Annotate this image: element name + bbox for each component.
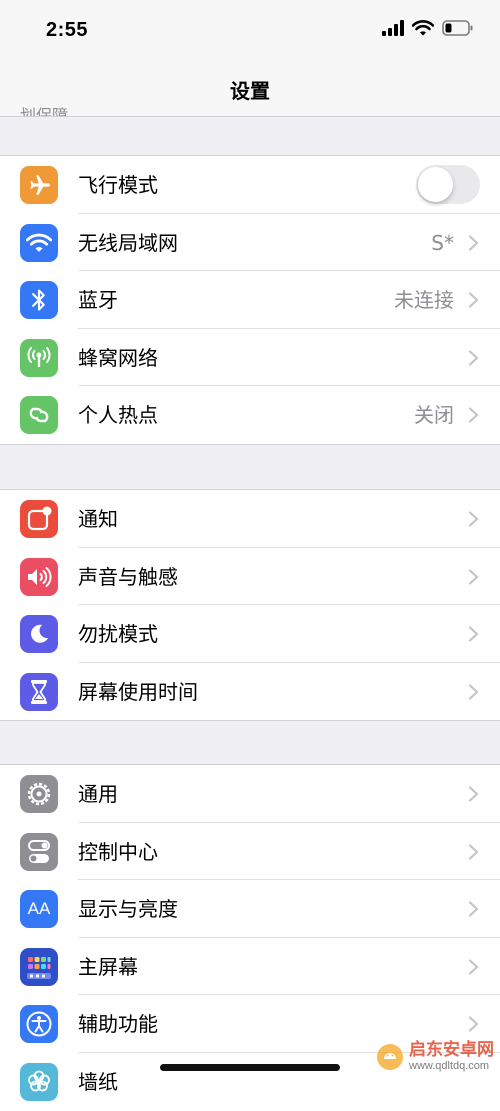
settings-row-bluetooth[interactable]: 蓝牙 未连接 — [0, 271, 500, 329]
page-title: 设置 — [230, 79, 270, 103]
watermark-url: www.qdltdq.com — [409, 1060, 490, 1072]
chevron-right-icon — [468, 407, 479, 423]
chevron-right-icon — [468, 843, 479, 860]
settings-row-sounds-haptics[interactable]: 声音与触感 — [0, 548, 500, 606]
home-indicator[interactable] — [160, 1064, 340, 1071]
battery-icon — [442, 20, 473, 36]
moon-icon — [20, 615, 58, 654]
settings-row-label: 主屏幕 — [78, 954, 138, 979]
settings-row-do-not-disturb[interactable]: 勿扰模式 — [0, 605, 500, 663]
settings-row-label: 蓝牙 — [78, 288, 118, 313]
status-icons — [382, 20, 474, 36]
wifi-icon — [20, 223, 58, 262]
settings-row-label: 个人热点 — [78, 403, 158, 428]
settings-row-value: S* — [431, 230, 454, 255]
settings-group-connectivity: 飞行模式 无线局域网 S* 蓝牙 未连接 蜂窝网络 个人热点 关闭 — [0, 155, 500, 445]
settings-row-cellular[interactable]: 蜂窝网络 — [0, 329, 500, 387]
settings-row-label: 勿扰模式 — [78, 622, 158, 647]
settings-row-personal-hotspot[interactable]: 个人热点 关闭 — [0, 386, 500, 444]
settings-row-airplane-mode[interactable]: 飞行模式 — [0, 156, 500, 214]
bluetooth-icon — [20, 281, 58, 320]
chevron-right-icon — [468, 1016, 479, 1032]
settings-row-label: 通用 — [78, 782, 118, 806]
home-screen-icon — [20, 947, 58, 986]
settings-row-label: 声音与触感 — [78, 564, 178, 589]
status-bar: 2:55 — [0, 0, 500, 62]
settings-row-label: 显示与亮度 — [78, 897, 178, 922]
settings-row-control-center[interactable]: 控制中心 — [0, 823, 500, 881]
hotspot-chain-icon — [20, 396, 58, 435]
chevron-right-icon — [468, 786, 479, 802]
settings-row-notifications[interactable]: 通知 — [0, 490, 500, 548]
settings-row-label: 控制中心 — [78, 839, 158, 864]
settings-row-label: 辅助功能 — [78, 1012, 158, 1037]
cellular-antenna-icon — [20, 338, 58, 377]
chevron-right-icon — [468, 292, 479, 308]
cellular-signal-icon — [382, 20, 404, 36]
settings-row-value: 关闭 — [414, 403, 454, 428]
scrolled-cutoff-text: 划保障。 — [20, 106, 85, 117]
settings-row-label: 蜂窝网络 — [78, 345, 158, 370]
settings-row-value: 未连接 — [394, 288, 454, 313]
toggle-knob — [418, 167, 453, 202]
wifi-status-icon — [412, 20, 434, 36]
settings-row-wifi[interactable]: 无线局域网 S* — [0, 214, 500, 272]
watermark-text: 启东安卓网 www.qdltdq.com — [409, 1042, 494, 1072]
nav-bar: 设置 划保障。 — [0, 62, 500, 117]
settings-row-label: 屏幕使用时间 — [78, 679, 198, 704]
settings-row-screen-time[interactable]: 屏幕使用时间 — [0, 663, 500, 721]
watermark-name: 启东安卓网 — [409, 1040, 494, 1060]
settings-row-display-brightness[interactable]: AA 显示与亮度 — [0, 880, 500, 938]
settings-row-label: 飞行模式 — [78, 173, 158, 197]
chevron-right-icon — [468, 684, 479, 700]
gear-icon — [20, 775, 58, 813]
display-icon-text: AA — [27, 899, 51, 919]
watermark: 启东安卓网 www.qdltdq.com — [375, 1042, 494, 1072]
settings-row-label: 无线局域网 — [78, 230, 178, 255]
status-time: 2:55 — [46, 19, 89, 41]
hourglass-icon — [20, 672, 58, 711]
settings-row-general[interactable]: 通用 — [0, 765, 500, 823]
airplane-mode-toggle[interactable] — [416, 165, 480, 204]
watermark-logo-icon — [377, 1044, 403, 1070]
settings-row-label: 通知 — [78, 507, 118, 531]
chevron-right-icon — [468, 568, 479, 585]
display-text-icon: AA — [20, 890, 58, 929]
chevron-right-icon — [468, 511, 479, 527]
chevron-right-icon — [468, 626, 479, 642]
chevron-right-icon — [468, 959, 479, 975]
chevron-right-icon — [468, 350, 479, 366]
settings-row-home-screen[interactable]: 主屏幕 — [0, 938, 500, 996]
control-center-icon — [20, 832, 58, 871]
chevron-right-icon — [468, 901, 479, 917]
settings-group-notifications: 通知 声音与触感 勿扰模式 屏幕使用时间 — [0, 489, 500, 722]
accessibility-icon — [20, 1005, 58, 1044]
speaker-icon — [20, 557, 58, 596]
notifications-icon — [20, 500, 58, 538]
chevron-right-icon — [468, 234, 479, 251]
airplane-icon — [20, 166, 58, 204]
